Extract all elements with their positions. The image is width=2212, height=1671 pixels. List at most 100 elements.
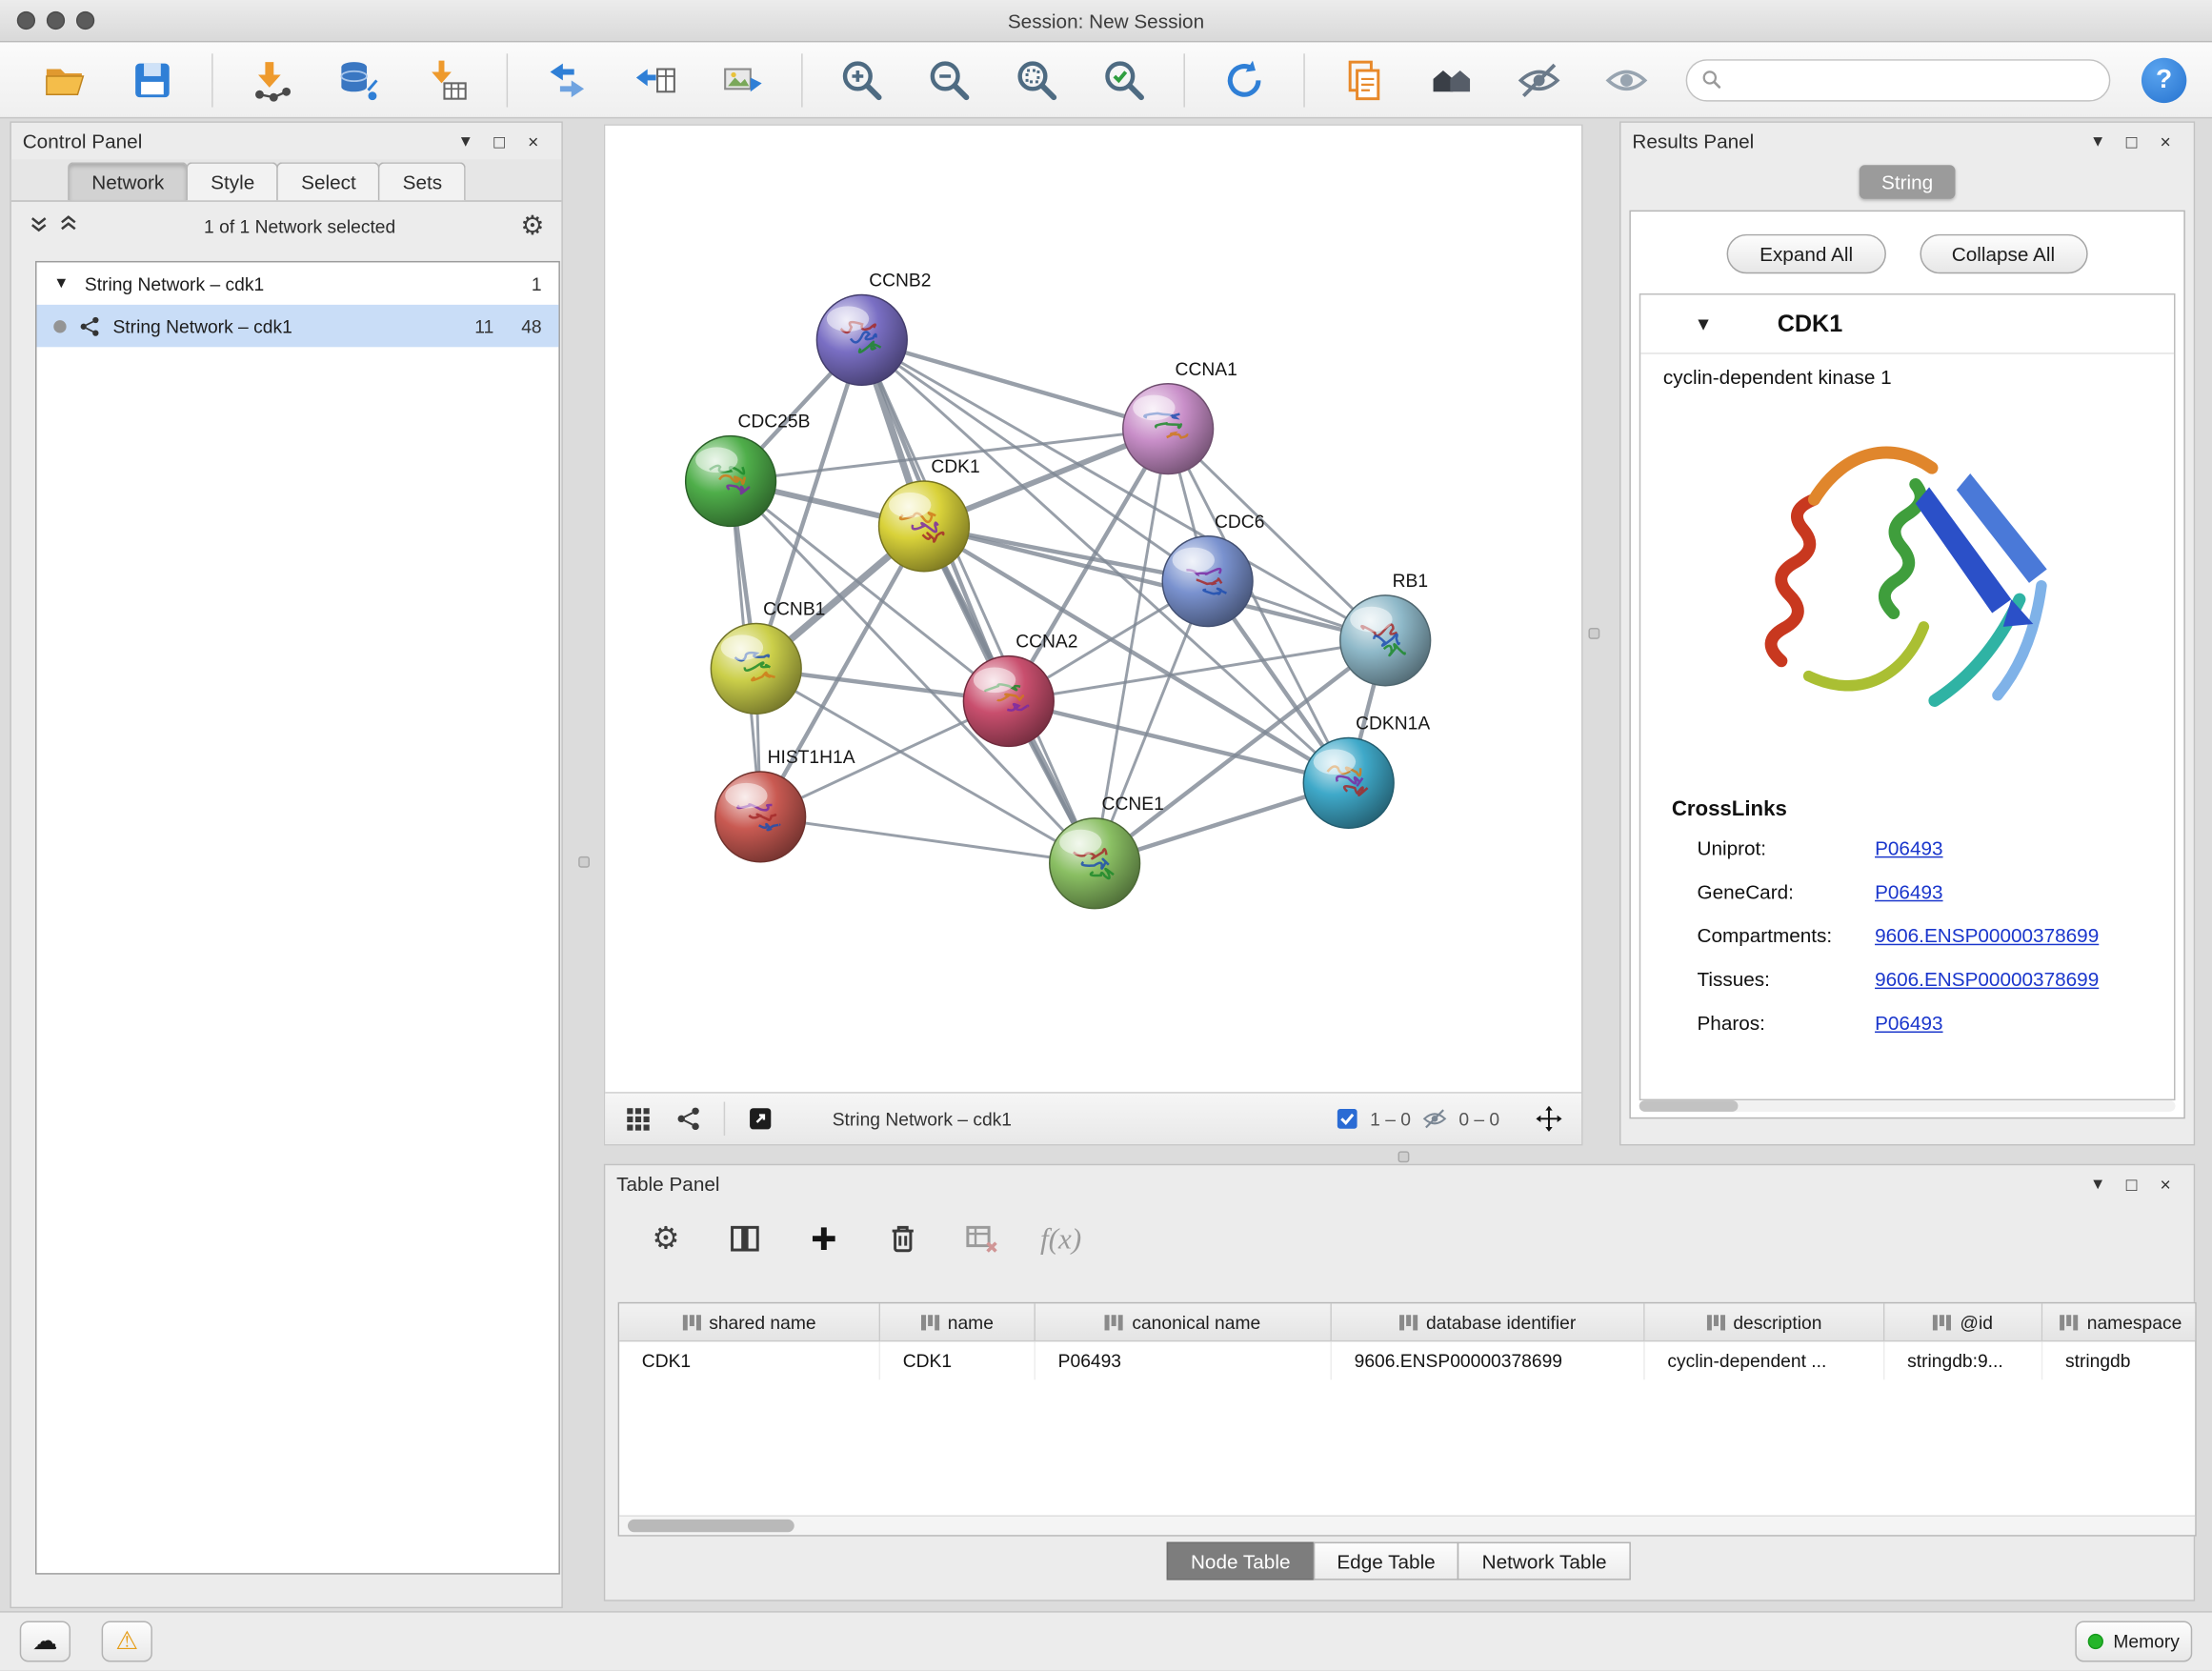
zoom-in-button[interactable]: [834, 51, 890, 108]
hidden-eye-slash-icon[interactable]: [1422, 1106, 1448, 1132]
tab-edge-table[interactable]: Edge Table: [1313, 1542, 1459, 1580]
panel-float-icon[interactable]: □: [2115, 131, 2149, 151]
table-cell[interactable]: 9606.ENSP00000378699: [1332, 1341, 1645, 1379]
column-header[interactable]: database identifier: [1332, 1303, 1645, 1341]
scrollbar-thumb[interactable]: [1639, 1100, 1739, 1112]
save-session-button[interactable]: [124, 51, 180, 108]
network-canvas[interactable]: CCNB2CCNA1CDC25BCDK1CDC6RB1CCNB1CCNA2CDK…: [605, 126, 1584, 1095]
crosslink-value-link[interactable]: 9606.ENSP00000378699: [1875, 958, 2099, 1002]
import-table-from-file-button[interactable]: [419, 51, 475, 108]
crosslink-value-link[interactable]: P06493: [1875, 827, 1942, 871]
network-collection-row[interactable]: ▼ String Network – cdk1 1: [37, 262, 559, 304]
grid-view-icon[interactable]: [622, 1103, 654, 1135]
show-columns-icon[interactable]: [724, 1218, 766, 1259]
table-cell[interactable]: CDK1: [880, 1341, 1036, 1379]
tab-network[interactable]: Network: [68, 162, 188, 200]
network-edge[interactable]: [760, 816, 1095, 863]
network-node-CCNA1[interactable]: CCNA1: [1123, 360, 1237, 474]
panel-close-icon[interactable]: ×: [516, 131, 551, 151]
new-table-from-network-button[interactable]: [627, 51, 683, 108]
panel-float-icon[interactable]: □: [2115, 1173, 2149, 1194]
gene-expand-caret-icon[interactable]: ▼: [1695, 313, 1713, 334]
toolbar-search[interactable]: [1686, 58, 2111, 100]
hide-annotations-button[interactable]: [1511, 51, 1567, 108]
collection-expand-caret-icon[interactable]: ▼: [53, 275, 73, 292]
import-network-from-database-button[interactable]: [332, 51, 388, 108]
panel-menu-icon[interactable]: ▾: [2081, 1173, 2115, 1196]
zoom-selected-button[interactable]: [1096, 51, 1153, 108]
expand-all-networks-icon[interactable]: [58, 213, 79, 239]
column-header[interactable]: shared name: [619, 1303, 880, 1341]
cloud-status-button[interactable]: ☁: [20, 1621, 70, 1662]
crosslink-value-link[interactable]: P06493: [1875, 1001, 1942, 1045]
column-header[interactable]: description: [1645, 1303, 1885, 1341]
table-cell[interactable]: stringdb:9...: [1884, 1341, 2042, 1379]
function-builder-icon[interactable]: f(x): [1039, 1218, 1081, 1259]
network-node-HIST1H1A[interactable]: HIST1H1A: [715, 748, 855, 862]
warnings-button[interactable]: ⚠: [102, 1621, 152, 1662]
import-network-from-file-button[interactable]: [244, 51, 300, 108]
fit-selected-crosshair-icon[interactable]: [1534, 1103, 1565, 1135]
network-node-CDC25B[interactable]: CDC25B: [686, 413, 811, 527]
zoom-out-button[interactable]: [921, 51, 977, 108]
network-node-RB1[interactable]: RB1: [1340, 572, 1431, 686]
horizontal-splitter-handle[interactable]: [1398, 1151, 1410, 1162]
tab-string[interactable]: String: [1859, 165, 1956, 199]
detach-view-icon[interactable]: [745, 1103, 776, 1135]
delete-column-trash-icon[interactable]: [882, 1218, 924, 1259]
collapse-all-networks-icon[interactable]: [29, 213, 50, 239]
left-splitter-handle[interactable]: [578, 856, 590, 868]
network-row-selected[interactable]: String Network – cdk1 11 48: [37, 305, 559, 347]
column-header[interactable]: canonical name: [1036, 1303, 1332, 1341]
column-header[interactable]: name: [880, 1303, 1036, 1341]
tab-network-table[interactable]: Network Table: [1458, 1542, 1630, 1580]
results-horizontal-scrollbar[interactable]: [1639, 1100, 2176, 1112]
new-network-from-selection-button[interactable]: [539, 51, 595, 108]
open-session-button[interactable]: [37, 51, 93, 108]
table-cell[interactable]: stringdb: [2042, 1341, 2196, 1379]
export-image-button[interactable]: [714, 51, 770, 108]
table-row[interactable]: CDK1 CDK1 P06493 9606.ENSP00000378699 cy…: [619, 1341, 2195, 1379]
network-node-CDK1[interactable]: CDK1: [879, 457, 980, 572]
help-button[interactable]: ?: [2142, 57, 2186, 102]
network-options-gear-icon[interactable]: ⚙: [520, 210, 544, 242]
delete-table-icon[interactable]: [960, 1218, 1002, 1259]
panel-close-icon[interactable]: ×: [2148, 1173, 2182, 1194]
table-cell[interactable]: cyclin-dependent ...: [1645, 1341, 1885, 1379]
create-column-plus-icon[interactable]: [803, 1218, 845, 1259]
column-header[interactable]: namespace: [2042, 1303, 2196, 1341]
memory-button[interactable]: Memory: [2075, 1621, 2192, 1662]
crosslink-value-link[interactable]: P06493: [1875, 871, 1942, 915]
network-edge[interactable]: [862, 340, 1095, 863]
annotation-button[interactable]: [1336, 51, 1392, 108]
column-header[interactable]: @id: [1884, 1303, 2042, 1341]
scrollbar-thumb[interactable]: [628, 1520, 794, 1532]
tab-sets[interactable]: Sets: [378, 162, 466, 200]
collapse-all-button[interactable]: Collapse All: [1920, 234, 2087, 273]
right-splitter-handle[interactable]: [1588, 628, 1599, 639]
crosslink-value-link[interactable]: 9606.ENSP00000378699: [1875, 915, 2099, 958]
table-options-gear-icon[interactable]: ⚙: [645, 1218, 687, 1259]
table-cell[interactable]: P06493: [1036, 1341, 1332, 1379]
birds-eye-view-icon[interactable]: [673, 1103, 704, 1135]
panel-float-icon[interactable]: □: [482, 131, 516, 151]
show-graphics-details-button[interactable]: [1599, 51, 1655, 108]
selected-checkbox-icon[interactable]: [1337, 1107, 1359, 1130]
apply-layout-button[interactable]: [1217, 51, 1273, 108]
zoom-fit-content-button[interactable]: [1009, 51, 1065, 108]
tab-style[interactable]: Style: [187, 162, 278, 200]
panel-menu-icon[interactable]: ▾: [2081, 130, 2115, 152]
search-input[interactable]: [1731, 70, 2095, 91]
network-node-CDC6[interactable]: CDC6: [1162, 513, 1264, 627]
expand-all-button[interactable]: Expand All: [1727, 234, 1885, 273]
network-edge[interactable]: [862, 340, 1168, 429]
table-horizontal-scrollbar[interactable]: [619, 1515, 2195, 1535]
tab-select[interactable]: Select: [277, 162, 380, 200]
network-node-CCNB2[interactable]: CCNB2: [816, 272, 931, 386]
table-cell[interactable]: CDK1: [619, 1341, 880, 1379]
panel-menu-icon[interactable]: ▾: [449, 130, 483, 152]
nested-networks-button[interactable]: [1423, 51, 1479, 108]
panel-close-icon[interactable]: ×: [2148, 131, 2182, 151]
network-node-CCNB1[interactable]: CCNB1: [711, 600, 825, 715]
tab-node-table[interactable]: Node Table: [1167, 1542, 1315, 1580]
